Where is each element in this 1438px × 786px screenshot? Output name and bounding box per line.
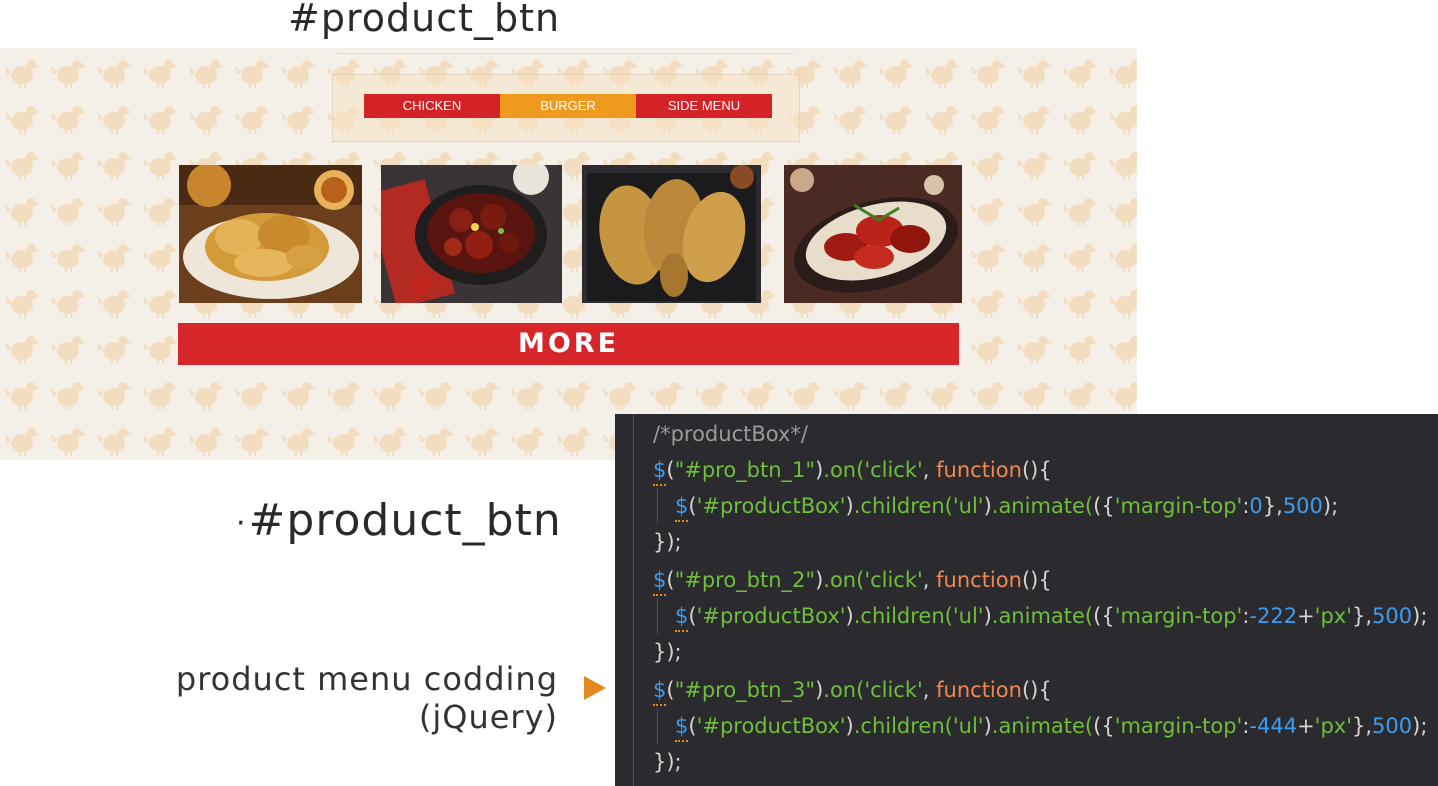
more-button[interactable]: MORE [178, 323, 959, 365]
code-children: .children( [853, 494, 953, 518]
code-selector-1: "#pro_btn_1" [674, 458, 816, 482]
code-animate: .animate( [991, 494, 1094, 518]
indent-guide [633, 414, 634, 786]
code-on: .on( [823, 568, 865, 592]
code-children: .children( [853, 604, 953, 628]
jquery-dollar: $ [675, 714, 689, 738]
code-animate: .animate( [991, 714, 1094, 738]
jquery-dollar: $ [653, 458, 667, 482]
section-title-middle: ·#product_btn [236, 495, 562, 546]
jquery-dollar: $ [653, 678, 667, 702]
code-prop: 'margin-top' [1114, 494, 1243, 518]
code-fn-open: (){ [1021, 568, 1052, 592]
code-duration: 500 [1372, 714, 1413, 738]
code-value-3: -444 [1249, 714, 1298, 738]
caption-line-2: (jQuery) [418, 698, 558, 736]
code-line-close-3: }); [653, 744, 682, 780]
tab-burger[interactable]: BURGER [500, 94, 636, 118]
code-prop: 'margin-top' [1114, 604, 1243, 628]
code-selector-2: "#pro_btn_2" [674, 568, 816, 592]
code-duration: 500 [1282, 494, 1323, 518]
code-line-close-1: }); [653, 524, 682, 560]
product-image-4[interactable] [784, 165, 962, 303]
code-function-keyword: function [936, 458, 1022, 482]
code-function-keyword: function [936, 678, 1022, 702]
product-showcase: CHICKEN BURGER SIDE MENU MORE [0, 48, 1137, 460]
jquery-dollar: $ [653, 568, 667, 592]
spicy-chicken-pan-icon [381, 165, 562, 303]
code-selector-3: "#pro_btn_3" [674, 678, 816, 702]
indent-guide [657, 598, 658, 634]
code-suffix-3: 'px' [1314, 714, 1352, 738]
product-tabs: CHICKEN BURGER SIDE MENU [364, 94, 772, 118]
code-ul: 'ul' [952, 604, 984, 628]
code-duration: 500 [1372, 604, 1413, 628]
code-comment: /*productBox*/ [653, 422, 808, 446]
code-line-handler-2: $("#pro_btn_2").on('click', function(){ [653, 568, 1052, 592]
fried-chicken-plate-icon [179, 165, 362, 303]
code-fn-open: (){ [1021, 458, 1052, 482]
code-click: 'click' [864, 458, 923, 482]
code-on: .on( [823, 678, 865, 702]
code-click: 'click' [864, 568, 923, 592]
code-editor: /*productBox*/ $("#pro_btn_1").on('click… [615, 414, 1438, 786]
code-animate: .animate( [991, 604, 1094, 628]
crispy-drumsticks-icon [582, 165, 761, 303]
code-caption: product menu codding (jQuery) [176, 660, 558, 736]
code-line-handler-1: $("#pro_btn_1").on('click', function(){ [653, 458, 1052, 482]
code-close: }); [653, 640, 682, 664]
jquery-dollar: $ [675, 494, 689, 518]
code-line-animate-1: $('#productBox').children('ul').animate(… [675, 494, 1339, 518]
jquery-dollar: $ [675, 604, 689, 628]
code-target: '#productBox' [696, 494, 846, 518]
product-image-3[interactable] [582, 165, 761, 303]
code-line-animate-2: $('#productBox').children('ul').animate(… [675, 604, 1428, 628]
tab-side-menu[interactable]: SIDE MENU [636, 94, 772, 118]
code-on: .on( [823, 458, 865, 482]
indent-guide [657, 488, 658, 524]
code-comment-line: /*productBox*/ [653, 416, 808, 452]
code-value-1: 0 [1249, 494, 1263, 518]
product-image-2[interactable] [381, 165, 562, 303]
code-close: }); [653, 750, 682, 774]
code-click: 'click' [864, 678, 923, 702]
code-target: '#productBox' [696, 604, 846, 628]
code-function-keyword: function [936, 568, 1022, 592]
caption-line-1: product menu codding [175, 660, 558, 698]
section-title-text: #product_btn [248, 495, 562, 546]
code-target: '#productBox' [696, 714, 846, 738]
code-ul: 'ul' [952, 494, 984, 518]
code-value-2: -222 [1249, 604, 1298, 628]
code-ul: 'ul' [952, 714, 984, 738]
play-arrow-icon [584, 676, 606, 700]
glazed-chicken-platter-icon [784, 165, 962, 303]
code-children: .children( [853, 714, 953, 738]
bullet: · [236, 505, 247, 541]
code-suffix-2: 'px' [1314, 604, 1352, 628]
code-fn-open: (){ [1021, 678, 1052, 702]
code-line-close-2: }); [653, 634, 682, 670]
divider [336, 53, 794, 54]
indent-guide [657, 708, 658, 744]
tab-chicken[interactable]: CHICKEN [364, 94, 500, 118]
code-close: }); [653, 530, 682, 554]
code-line-handler-3: $("#pro_btn_3").on('click', function(){ [653, 678, 1052, 702]
code-line-animate-3: $('#productBox').children('ul').animate(… [675, 714, 1428, 738]
section-title-top: #product_btn [288, 0, 561, 40]
code-prop: 'margin-top' [1114, 714, 1243, 738]
product-image-1[interactable] [179, 165, 362, 303]
